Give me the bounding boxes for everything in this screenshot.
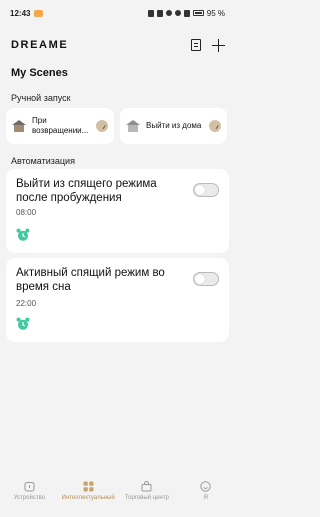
manual-scene-label: Выйти из дома [146,121,202,130]
bottom-tab-bar: Устройство Интеллектуальный Торговый цен… [0,471,235,517]
app-header: DREAME [11,36,225,54]
automation-time: 08:00 [16,208,37,217]
manual-scenes: При возвращении... Выйти из дома [6,108,229,144]
run-scene-icon[interactable] [209,120,221,132]
tab-mall[interactable]: Торговый центр [118,481,176,501]
tab-label: Интеллектуальный [61,495,115,501]
house-icon [12,120,26,132]
bluetooth-icon [165,10,172,16]
run-scene-icon[interactable] [96,120,108,132]
nfc-icon [147,9,154,17]
manual-scene-card[interactable]: При возвращении... [6,108,114,144]
tab-label: Я [203,495,208,501]
add-scene-icon[interactable] [212,38,225,52]
automation-card[interactable]: Активный спящий режим во время сна 22:00 [6,258,229,342]
tab-label: Торговый центр [124,495,169,501]
notification-icon [34,9,44,17]
status-bar: 12:43 95 % [0,0,235,26]
brand-logo: DREAME [11,39,69,51]
wifi-icon [174,10,181,16]
tab-device[interactable]: Устройство [0,481,58,501]
alarm-clock-icon [16,228,30,241]
automation-card[interactable]: Выйти из спящего режима после пробуждени… [6,169,229,253]
vibrate-icon [156,9,163,17]
smart-grid-icon [83,481,94,492]
status-time: 12:43 [10,8,31,18]
automation-toggle[interactable] [193,272,219,286]
house-icon [126,120,140,132]
tab-me[interactable]: Я [177,481,235,501]
battery-icon [192,10,204,16]
automation-section-label: Автоматизация [11,156,75,166]
automation-toggle[interactable] [193,183,219,197]
manual-section-label: Ручной запуск [11,93,71,103]
status-icons: 95 % [147,8,225,18]
profile-icon [200,481,211,492]
signal-icon [183,9,190,17]
tab-label: Устройство [13,495,46,501]
page-title: My Scenes [11,67,68,79]
tab-smart[interactable]: Интеллектуальный [59,481,117,501]
shopping-bag-icon [141,481,152,492]
automation-title: Выйти из спящего режима после пробуждени… [16,178,157,204]
battery-level: 95 % [206,8,225,18]
manual-scene-label: При возвращении... [32,116,89,135]
device-icon [24,482,35,492]
log-document-icon[interactable] [191,39,201,51]
automation-title: Активный спящий режим во время сна [16,267,165,293]
manual-scene-card[interactable]: Выйти из дома [120,108,227,144]
automation-time: 22:00 [16,299,37,308]
alarm-clock-icon [16,317,30,330]
